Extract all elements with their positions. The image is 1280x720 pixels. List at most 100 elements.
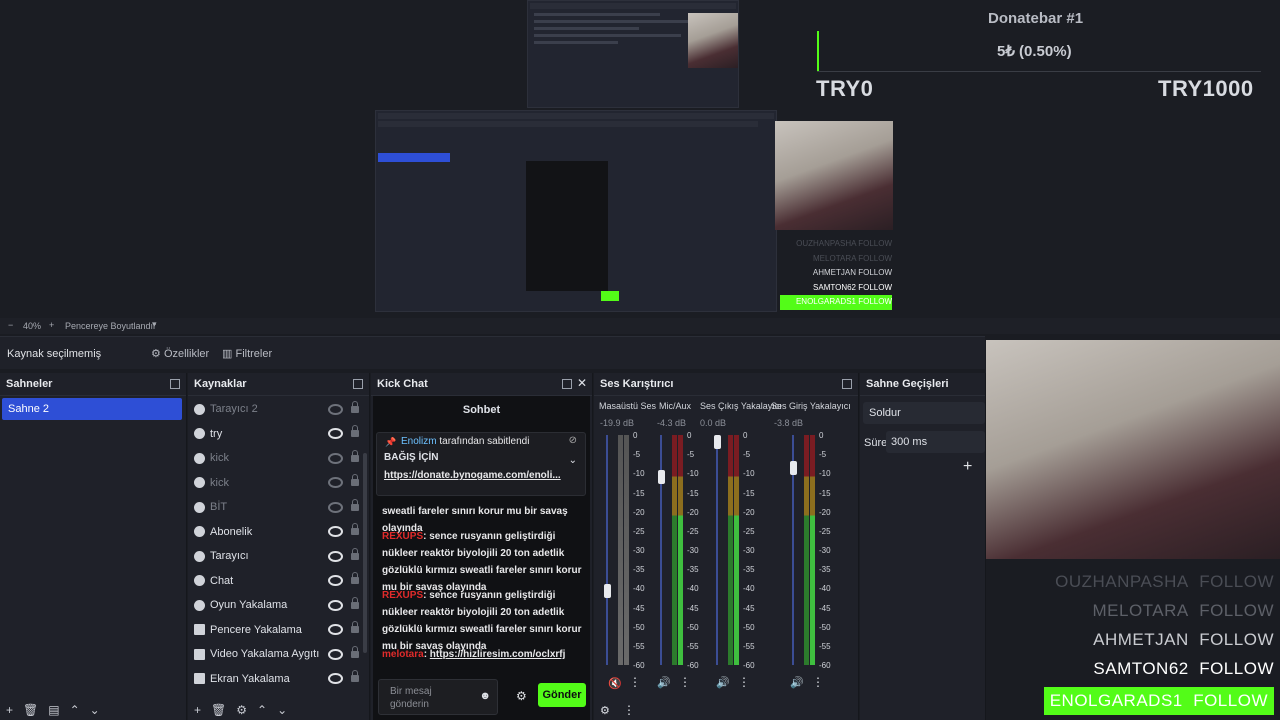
eye-off-icon[interactable]: [328, 477, 343, 489]
source-item[interactable]: Video Yakalama Aygıtı: [188, 642, 369, 667]
add-scene-button[interactable]: +: [6, 703, 13, 717]
more-icon[interactable]: ⋮: [623, 703, 635, 717]
meter-tick-label: -10: [687, 469, 699, 479]
meter-tick-label: -5: [687, 450, 695, 460]
eye-icon[interactable]: [328, 648, 343, 660]
eye-icon[interactable]: [328, 624, 343, 636]
eye-icon[interactable]: [328, 428, 343, 440]
source-item[interactable]: Tarayıcı: [188, 544, 369, 569]
zoom-out-button[interactable]: −: [8, 320, 13, 330]
source-item[interactable]: kick: [188, 446, 369, 471]
eye-off-icon[interactable]: [328, 501, 343, 513]
lock-icon[interactable]: [351, 547, 359, 560]
dock-float-icon[interactable]: [353, 379, 363, 389]
eye-off-icon[interactable]: [328, 452, 343, 464]
scene-filter-icon[interactable]: ▤: [48, 703, 59, 717]
lock-icon[interactable]: [351, 596, 359, 609]
move-down-icon[interactable]: ⌄: [277, 703, 287, 717]
zoom-in-button[interactable]: +: [49, 320, 54, 330]
program-preview[interactable]: OUZHANPASHA FOLLOW MELOTARA FOLLOW AHMET…: [0, 0, 1280, 318]
dock-float-icon[interactable]: [562, 379, 572, 389]
move-down-icon[interactable]: ⌄: [90, 703, 100, 717]
fader-track[interactable]: [606, 435, 608, 665]
fader-track[interactable]: [716, 435, 718, 665]
chevron-down-icon[interactable]: ⌄: [569, 455, 577, 466]
trash-icon[interactable]: 🗑: [23, 703, 38, 717]
properties-button[interactable]: ⚙ Özellikler: [151, 347, 209, 360]
lock-icon[interactable]: [351, 670, 359, 683]
transition-select[interactable]: Soldur: [863, 402, 985, 424]
source-item[interactable]: Pencere Yakalama: [188, 618, 369, 643]
dock-float-icon[interactable]: [170, 379, 180, 389]
emoji-icon[interactable]: ☻: [479, 690, 491, 702]
pin-icon: 📌: [385, 437, 397, 447]
fit-window-button[interactable]: Pencereye Boyutlandır: [65, 321, 156, 331]
trash-icon[interactable]: 🗑: [211, 703, 226, 717]
duration-input[interactable]: 300 ms: [886, 431, 985, 453]
volume-fader[interactable]: [714, 435, 721, 449]
chat-input[interactable]: Bir mesaj gönderin ☻: [378, 679, 498, 715]
mixer-settings-icon[interactable]: ⚙: [600, 704, 610, 717]
move-up-icon[interactable]: ⌃: [257, 703, 267, 717]
move-up-icon[interactable]: ⌃: [70, 703, 80, 717]
dock-float-icon[interactable]: [842, 379, 852, 389]
filters-button[interactable]: ▥ Filtreler: [222, 347, 272, 360]
add-transition-button[interactable]: +: [963, 458, 972, 476]
gear-icon[interactable]: ⚙: [516, 689, 527, 703]
volume-fader[interactable]: [658, 469, 665, 484]
lock-icon[interactable]: [351, 498, 359, 511]
lock-icon[interactable]: [351, 621, 359, 634]
send-button[interactable]: Gönder: [538, 683, 586, 707]
more-icon[interactable]: ⋮: [738, 675, 750, 689]
lock-icon[interactable]: [351, 523, 359, 536]
speaker-icon[interactable]: 🔊: [716, 676, 730, 689]
lock-icon[interactable]: [351, 449, 359, 462]
more-icon[interactable]: ⋮: [812, 675, 824, 689]
scene-item[interactable]: Sahne 2: [2, 398, 182, 420]
close-icon[interactable]: ✕: [577, 376, 587, 390]
gear-icon[interactable]: ⚙: [236, 703, 247, 717]
meter-tick-label: -35: [819, 565, 831, 575]
more-icon[interactable]: ⋮: [679, 675, 691, 689]
volume-fader[interactable]: [604, 584, 611, 599]
pinned-link[interactable]: https://donate.bynogame.com/enoli...: [384, 470, 561, 481]
eye-icon[interactable]: [328, 673, 343, 685]
source-item[interactable]: Oyun Yakalama: [188, 593, 369, 618]
source-item[interactable]: try: [188, 422, 369, 447]
source-item[interactable]: Ekran Yakalama: [188, 667, 369, 692]
source-item[interactable]: Abonelik: [188, 520, 369, 545]
muted-speaker-icon[interactable]: 🔇: [608, 677, 622, 690]
lock-icon[interactable]: [351, 400, 359, 413]
level-meter: [678, 435, 683, 665]
lock-icon[interactable]: [351, 645, 359, 658]
eye-icon[interactable]: [328, 575, 343, 587]
chat-username[interactable]: melotara: [382, 649, 424, 660]
volume-fader[interactable]: [790, 460, 797, 475]
lock-icon[interactable]: [351, 425, 359, 438]
chat-username[interactable]: REXUPS: [382, 590, 423, 601]
source-item[interactable]: BİT: [188, 495, 369, 520]
lock-icon[interactable]: [351, 572, 359, 585]
unpin-icon[interactable]: ⊘: [569, 435, 577, 446]
source-item[interactable]: Chat: [188, 569, 369, 594]
speaker-icon[interactable]: 🔊: [657, 676, 671, 689]
scrollbar[interactable]: [363, 453, 367, 653]
speaker-icon[interactable]: 🔊: [790, 676, 804, 689]
eye-icon[interactable]: [328, 550, 343, 562]
eye-off-icon[interactable]: [328, 403, 343, 415]
meter-tick-label: -30: [687, 546, 699, 555]
meter-tick-label: -5: [743, 450, 751, 460]
scenes-dock-title: Sahneler: [0, 373, 186, 396]
eye-icon[interactable]: [328, 526, 343, 538]
lock-icon[interactable]: [351, 474, 359, 487]
window-capture-icon: [194, 624, 205, 636]
source-item[interactable]: Tarayıcı 2: [188, 397, 369, 422]
chat-link[interactable]: https://hizliresim.com/oclxrfj: [430, 649, 566, 660]
eye-icon[interactable]: [328, 599, 343, 611]
add-source-button[interactable]: +: [194, 703, 201, 717]
more-icon[interactable]: ⋮: [629, 675, 641, 689]
chevron-down-icon[interactable]: ▾: [152, 319, 157, 330]
chat-username[interactable]: REXUPS: [382, 531, 423, 542]
source-item[interactable]: kick: [188, 471, 369, 496]
meter-tick-label: -35: [633, 565, 645, 575]
